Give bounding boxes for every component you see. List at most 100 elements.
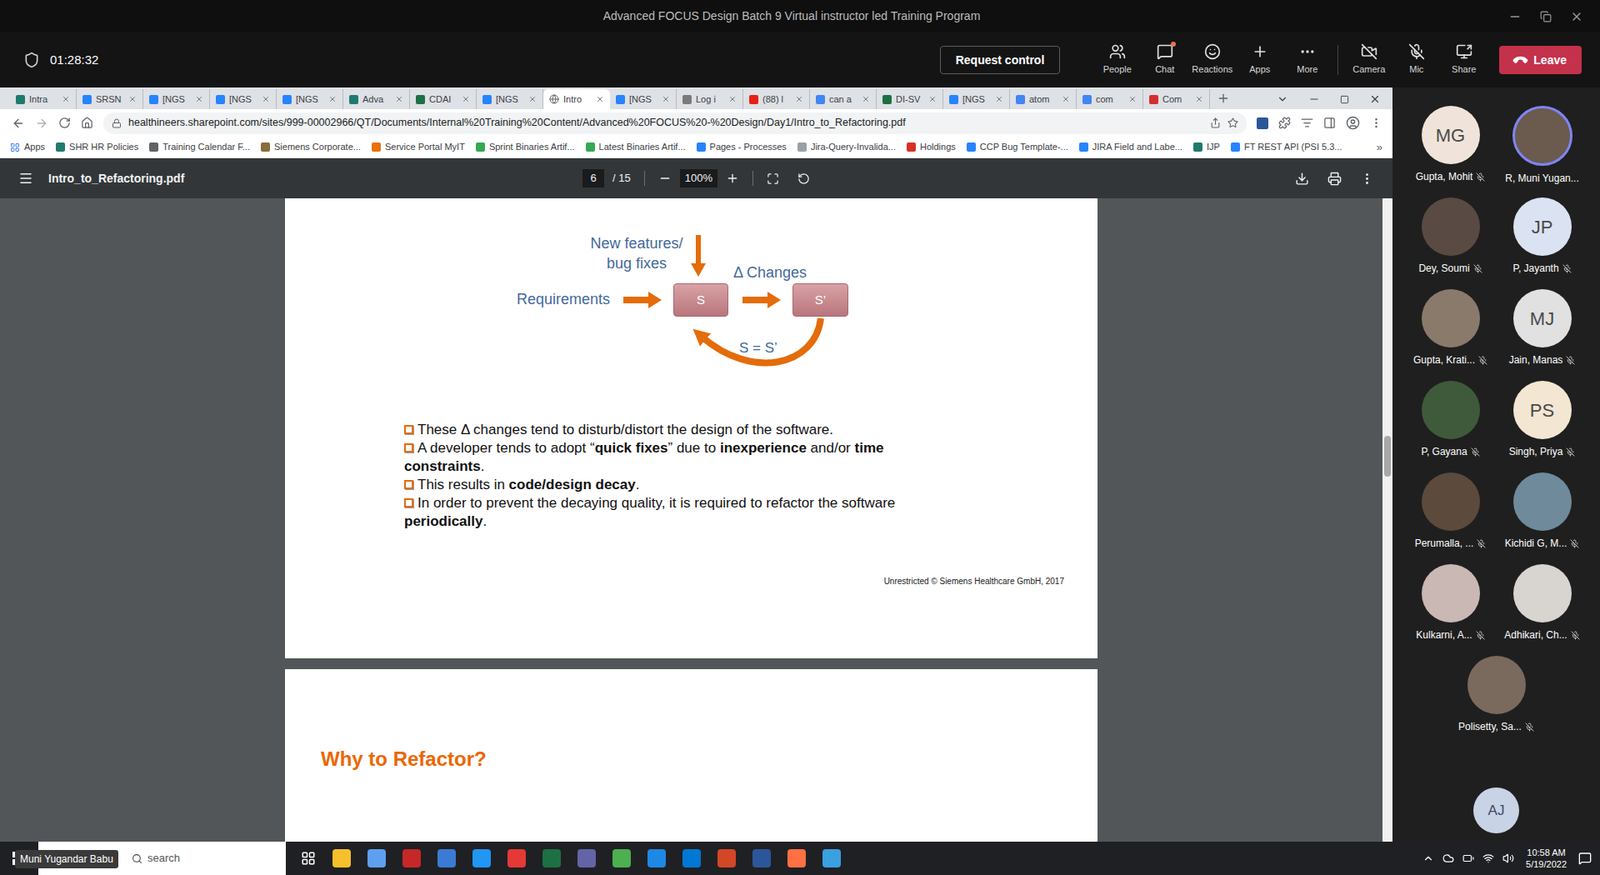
minimize-icon[interactable]: [1308, 93, 1320, 105]
participant-tile[interactable]: PSSingh, Priya: [1496, 380, 1589, 473]
more-bookmarks[interactable]: »: [1370, 139, 1383, 156]
reading-list-icon[interactable]: [1300, 116, 1314, 130]
omnibox[interactable]: healthineers.sharepoint.com/sites/999-00…: [103, 112, 1247, 135]
restore-icon[interactable]: [1540, 10, 1552, 23]
bookmark[interactable]: Holdings: [906, 140, 956, 155]
participant-tile[interactable]: Gupta, Krati...: [1405, 289, 1497, 381]
share-button[interactable]: Share: [1440, 43, 1488, 77]
tab-close-icon[interactable]: [1128, 95, 1137, 104]
browser-tab[interactable]: [NGS: [210, 89, 277, 110]
tab-close-icon[interactable]: [595, 95, 605, 104]
taskbar-app-icon[interactable]: [437, 849, 456, 868]
camera-button[interactable]: Camera: [1345, 43, 1393, 77]
participant-tile[interactable]: Dey, Soumi: [1405, 197, 1497, 290]
zoom-in-icon[interactable]: [725, 171, 740, 185]
browser-tab[interactable]: [NGS: [610, 89, 677, 110]
tab-close-icon[interactable]: [795, 95, 804, 104]
rotate-icon[interactable]: [797, 172, 810, 185]
browser-tab[interactable]: [NGS: [143, 89, 210, 110]
new-tab-icon[interactable]: [1216, 91, 1230, 105]
bookmark[interactable]: Service Portal MyIT: [371, 140, 465, 155]
extension-icon[interactable]: [1256, 117, 1269, 130]
apps-button[interactable]: Apps: [1235, 43, 1284, 77]
taskbar-app-icon[interactable]: [507, 849, 526, 868]
tab-close-icon[interactable]: [995, 95, 1004, 104]
tab-close-icon[interactable]: [861, 95, 870, 104]
zoom-out-icon[interactable]: [658, 171, 672, 185]
pdf-more-icon[interactable]: [1360, 171, 1375, 186]
bookmark[interactable]: Training Calendar F...: [149, 140, 250, 155]
mic-button[interactable]: Mic: [1392, 43, 1440, 77]
participant-tile[interactable]: Kichidi G, M...: [1496, 472, 1589, 565]
taskbar-app-icon[interactable]: [542, 849, 561, 868]
participant-tile[interactable]: MJJain, Manas: [1496, 289, 1589, 381]
taskbar-app-icon[interactable]: [402, 849, 421, 868]
people-button[interactable]: People: [1093, 43, 1141, 77]
maximize-icon[interactable]: [1340, 95, 1350, 105]
bookmark[interactable]: Latest Binaries Artif...: [585, 140, 686, 155]
home-icon[interactable]: [80, 116, 94, 130]
browser-tab[interactable]: atom: [1010, 89, 1077, 110]
bookmark[interactable]: FT REST API (PSI 5.3...: [1230, 140, 1343, 155]
scrollbar[interactable]: [1382, 198, 1393, 842]
tab-close-icon[interactable]: [1195, 95, 1204, 104]
tab-close-icon[interactable]: [328, 95, 337, 104]
taskbar-app-icon[interactable]: [787, 849, 806, 868]
browser-tab[interactable]: [NGS: [943, 89, 1010, 110]
browser-tab[interactable]: DI-SV: [876, 89, 944, 110]
participant-avatar[interactable]: AJ: [1473, 787, 1520, 834]
browser-tab[interactable]: CDAI: [410, 89, 477, 110]
chat-button[interactable]: Chat: [1140, 43, 1189, 77]
sidebar-menu-icon[interactable]: [18, 170, 34, 186]
tab-close-icon[interactable]: [395, 95, 404, 104]
page-input[interactable]: 6: [582, 169, 605, 188]
participant-tile[interactable]: Kulkarni, A...: [1405, 564, 1497, 656]
participant-tile[interactable]: Adhikari, Ch...: [1496, 564, 1589, 656]
taskbar-app-icon[interactable]: [472, 849, 491, 868]
browser-tab[interactable]: (88) l: [743, 89, 810, 110]
browser-tab[interactable]: can a: [810, 89, 877, 110]
forward-icon[interactable]: [35, 116, 49, 130]
taskbar-app-icon[interactable]: [647, 849, 666, 868]
browser-tab[interactable]: SRSN: [76, 89, 144, 110]
clock[interactable]: 10:58 AM5/19/2022: [1522, 846, 1570, 870]
zoom-input[interactable]: 100%: [680, 169, 718, 188]
bookmark[interactable]: Sprint Binaries Artif...: [475, 140, 575, 155]
print-icon[interactable]: [1327, 171, 1342, 186]
browser-tab[interactable]: Intra: [10, 89, 77, 110]
reload-icon[interactable]: [58, 116, 71, 130]
taskbar-app-icon[interactable]: [822, 849, 841, 868]
tab-close-icon[interactable]: [128, 95, 137, 104]
share-icon[interactable]: [1210, 117, 1221, 129]
taskbar-app-icon[interactable]: [717, 849, 736, 868]
tab-close-icon[interactable]: [195, 95, 204, 104]
tab-close-icon[interactable]: [528, 95, 537, 104]
taskbar-app-icon[interactable]: [682, 849, 701, 868]
participant-tile[interactable]: MGGupta, Mohit: [1405, 105, 1497, 198]
leave-button[interactable]: Leave: [1499, 45, 1582, 75]
close-icon[interactable]: [1570, 10, 1584, 24]
tab-close-icon[interactable]: [1061, 95, 1070, 104]
bookmark[interactable]: JIRA Field and Labe...: [1079, 140, 1183, 155]
participant-tile[interactable]: Perumalla, ...: [1405, 472, 1497, 565]
download-icon[interactable]: [1295, 171, 1310, 186]
scrollbar-thumb[interactable]: [1384, 435, 1391, 477]
browser-tab[interactable]: Intro: [543, 89, 610, 110]
back-icon[interactable]: [11, 116, 25, 130]
taskbar-app-icon[interactable]: [612, 849, 631, 868]
tab-close-icon[interactable]: [728, 95, 737, 104]
bookmark[interactable]: IJP: [1193, 140, 1220, 155]
browser-tab[interactable]: Com: [1143, 89, 1210, 110]
extensions-icon[interactable]: [1278, 116, 1291, 130]
bookmark[interactable]: CCP Bug Template-...: [966, 140, 1069, 155]
browser-tab[interactable]: com: [1076, 89, 1144, 110]
taskbar-app-icon[interactable]: [332, 849, 351, 868]
participant-tile[interactable]: R, Muni Yugan...: [1496, 105, 1589, 198]
bookmark[interactable]: Jira-Query-Invalida...: [797, 140, 896, 155]
browser-tab[interactable]: [NGS: [276, 89, 344, 110]
tab-search-icon[interactable]: [1276, 93, 1289, 105]
fit-page-icon[interactable]: [766, 172, 780, 185]
tray-overflow-icon[interactable]: [1422, 852, 1435, 865]
browser-tab[interactable]: Log i: [676, 89, 744, 110]
volume-icon[interactable]: [1502, 852, 1515, 865]
